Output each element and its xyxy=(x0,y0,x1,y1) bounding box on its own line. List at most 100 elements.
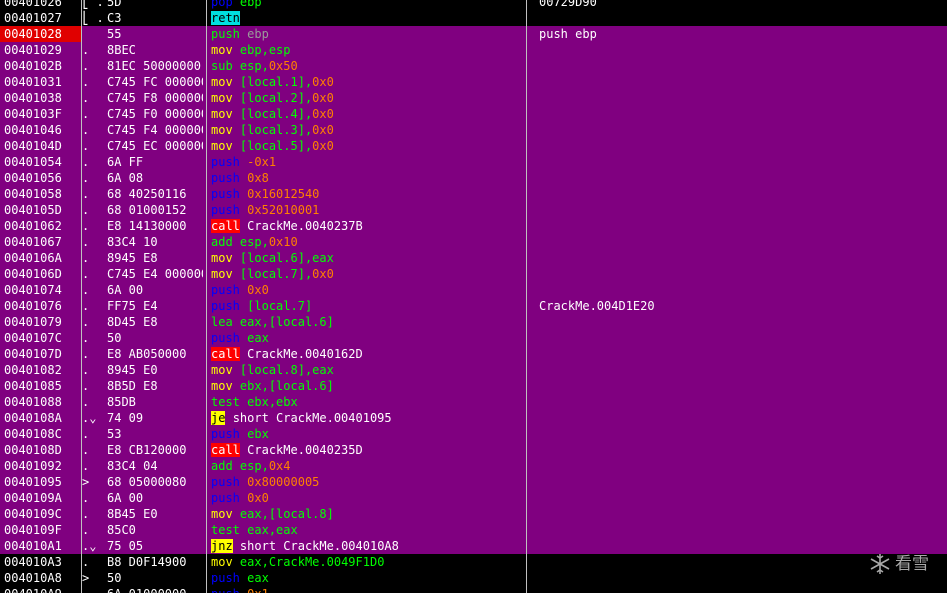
mnemonic: mov xyxy=(211,107,233,121)
code-row[interactable]: 0040107C. 50 push eax xyxy=(0,330,947,346)
comment-cell xyxy=(539,234,939,250)
operand: eax,[local.8] xyxy=(239,507,334,521)
disassembly-cell: push 0x52010001 xyxy=(211,202,523,218)
mnemonic: call xyxy=(211,347,240,361)
address-cell: 00401027 xyxy=(4,11,62,25)
disassembly-cell: test ebx,ebx xyxy=(211,394,523,410)
address-cell: 00401076 xyxy=(4,299,62,313)
code-row[interactable]: 0040108A .⌄ 74 09 je short CrackMe.00401095 xyxy=(0,410,947,426)
flow-marker: . xyxy=(82,75,90,89)
code-row[interactable]: 00401058. 68 40250116 push 0x16012540 xyxy=(0,186,947,202)
flow-marker: . xyxy=(82,586,104,593)
code-row[interactable]: 004010A8 >50 push eax xyxy=(0,570,947,586)
code-row[interactable]: 0040109F. 85C0 test eax,eax xyxy=(0,522,947,538)
flow-marker: . xyxy=(82,555,90,569)
operand: eax xyxy=(247,571,269,585)
code-row[interactable]: 00401085. 8B5D E8 mov ebx,[local.6] xyxy=(0,378,947,394)
code-row[interactable]: 00401038. C745 F8 00000000 mov [local.2],0… xyxy=(0,90,947,106)
code-row[interactable]: 00401092. 83C4 04 add esp,0x4 xyxy=(0,458,947,474)
comment-cell xyxy=(539,458,939,474)
code-row[interactable]: 0040109A. 6A 00 push 0x0 xyxy=(0,490,947,506)
comment-cell xyxy=(539,154,939,170)
mnemonic: push xyxy=(211,491,240,505)
flow-marker: . xyxy=(82,507,90,521)
code-row[interactable]: 0040106A. 8945 E8 mov [local.6],eax xyxy=(0,250,947,266)
operand: [local.7] xyxy=(247,299,313,313)
operand: 0x0 xyxy=(312,75,334,89)
code-row[interactable]: 0040105D. 68 01000152 push 0x52010001 xyxy=(0,202,947,218)
code-row[interactable]: 004010A3. B8 D0F14900 mov eax,CrackMe.0049… xyxy=(0,554,947,570)
code-row[interactable]: 00401031. C745 FC 00000000 mov [local.1],0… xyxy=(0,74,947,90)
mnemonic: push xyxy=(211,155,240,169)
operand: esp, xyxy=(239,235,269,249)
column-separator[interactable] xyxy=(526,0,527,593)
comment-cell xyxy=(539,586,939,593)
disassembly-view[interactable]: 00401026 ⎣ . 5D pop ebp 00729D90 00401027 ⎣ .C… xyxy=(0,0,947,593)
disassembly-cell: mov ebp,esp xyxy=(211,42,523,58)
code-row[interactable]: 00401095 >68 05000080 push 0x80000005 xyxy=(0,474,947,490)
code-row[interactable]: 00401056. 6A 08 push 0x8 xyxy=(0,170,947,186)
code-row[interactable]: 00401062. E8 14130000 call CrackMe.0040237… xyxy=(0,218,947,234)
comment-cell xyxy=(539,394,939,410)
hex-bytes-cell: C745 F0 00000000 xyxy=(107,107,203,121)
code-row[interactable]: 0040107D. E8 AB050000 call CrackMe.0040162… xyxy=(0,346,947,362)
mnemonic: mov xyxy=(211,75,233,89)
address-cell: 0040104D xyxy=(4,139,62,153)
flow-marker: . xyxy=(82,203,90,217)
operand: 0x16012540 xyxy=(247,187,320,201)
hex-bytes-cell: 55 xyxy=(107,27,122,41)
comment-cell xyxy=(539,74,939,90)
address-cell: 00401054 xyxy=(4,155,62,169)
code-row[interactable]: 0040104D. C745 EC 00000000 mov [local.5],0… xyxy=(0,138,947,154)
code-row[interactable]: 00401074. 6A 00 push 0x0 xyxy=(0,282,947,298)
operand: ebp,esp xyxy=(239,43,291,57)
disassembly-cell: mov [local.4],0x0 xyxy=(211,106,523,122)
mnemonic: call xyxy=(211,443,240,457)
mnemonic: mov xyxy=(211,91,233,105)
address-cell: 00401038 xyxy=(4,91,62,105)
comment-cell xyxy=(539,186,939,202)
disassembly-cell: push 0x0 xyxy=(211,490,523,506)
code-row[interactable]: 00401029. 8BEC mov ebp,esp xyxy=(0,42,947,58)
code-row[interactable]: 00401088. 85DB test ebx,ebx xyxy=(0,394,947,410)
hex-bytes-cell: 5D xyxy=(107,0,122,9)
code-row[interactable]: 00401067. 83C4 10 add esp,0x10 xyxy=(0,234,947,250)
code-row[interactable]: 00401054. 6A FF push -0x1 xyxy=(0,154,947,170)
flow-marker: . xyxy=(82,123,90,137)
hex-bytes-cell: 8B5D E8 xyxy=(107,379,158,393)
hex-bytes-cell: 68 40250116 xyxy=(107,187,187,201)
code-row[interactable]: 00401079. 8D45 E8 lea eax,[local.6] xyxy=(0,314,947,330)
code-row[interactable]: 004010A1 .⌄ 75 05 jnz short CrackMe.004010A… xyxy=(0,538,947,554)
operand: 0x0 xyxy=(312,139,334,153)
column-separator[interactable] xyxy=(206,0,207,593)
flow-marker: . xyxy=(82,91,90,105)
comment-cell xyxy=(539,58,939,74)
code-row[interactable]: 0040103F. C745 F0 00000000 mov [local.4],0… xyxy=(0,106,947,122)
address-cell: 0040109F xyxy=(4,523,62,537)
operand: 0x0 xyxy=(247,491,269,505)
comment-cell xyxy=(539,202,939,218)
code-row[interactable]: 00401028 55 push ebp push ebp xyxy=(0,26,947,42)
code-row[interactable]: 0040106D. C745 E4 00000000 mov [local.7],0… xyxy=(0,266,947,282)
address-cell: 004010A8 xyxy=(4,571,62,585)
code-row[interactable]: 0040102B. 81EC 50000000 sub esp,0x50 xyxy=(0,58,947,74)
code-row[interactable]: 00401027 ⎣ . C3 retn xyxy=(0,10,947,26)
code-row[interactable]: 004010A9.6A 01000000 push 0x1 xyxy=(0,586,947,593)
code-row[interactable]: 0040109C. 8B45 E0 mov eax,[local.8] xyxy=(0,506,947,522)
mnemonic: push xyxy=(211,475,240,489)
flow-marker: . xyxy=(82,331,90,345)
code-row[interactable]: 0040108D. E8 CB120000 call CrackMe.0040235… xyxy=(0,442,947,458)
code-row[interactable]: 00401082. 8945 E0 mov [local.8],eax xyxy=(0,362,947,378)
hex-bytes-cell: FF75 E4 xyxy=(107,299,158,313)
code-row[interactable]: 00401026 ⎣ . 5D pop ebp 00729D90 xyxy=(0,0,947,10)
code-row[interactable]: 00401046. C745 F4 00000000 mov [local.3],0… xyxy=(0,122,947,138)
operand: [local.6],eax xyxy=(239,251,334,265)
column-separator[interactable] xyxy=(81,0,82,593)
mnemonic: add xyxy=(211,459,233,473)
hex-bytes-cell: 50 xyxy=(107,571,122,585)
address-cell: 00401088 xyxy=(4,395,62,409)
disassembly-cell: mov [local.2],0x0 xyxy=(211,90,523,106)
code-row[interactable]: 0040108C. 53 push ebx xyxy=(0,426,947,442)
disassembly-cell: push 0x16012540 xyxy=(211,186,523,202)
code-row[interactable]: 00401076. FF75 E4 push [local.7] CrackMe.00… xyxy=(0,298,947,314)
